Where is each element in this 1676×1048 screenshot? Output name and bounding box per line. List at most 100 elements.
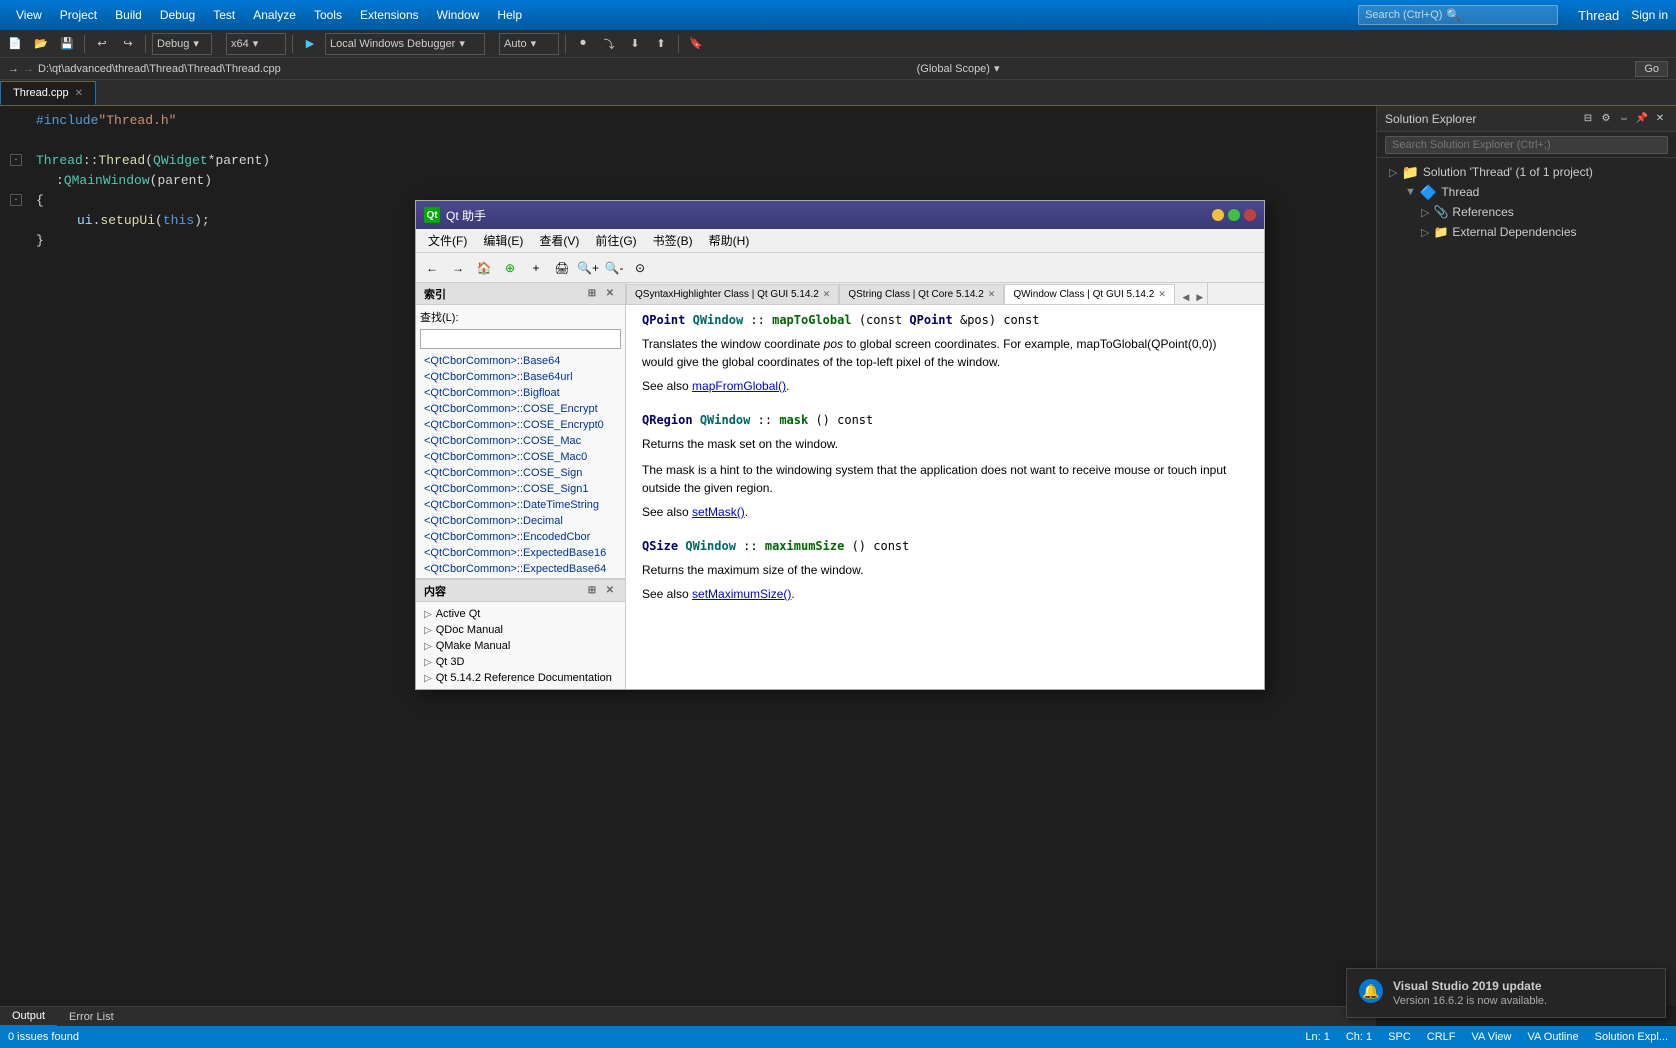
qt-index-close-btn[interactable]: ✕ <box>603 287 617 301</box>
file-path[interactable]: D:\qt\advanced\thread\Thread\Thread\Thre… <box>38 63 281 75</box>
step-over-btn[interactable]: ⤵ <box>598 33 620 55</box>
new-file-btn[interactable]: 📄 <box>4 33 26 55</box>
attach-dropdown[interactable]: Auto ▾ <box>499 33 559 55</box>
va-view-btn[interactable]: VA View <box>1472 1031 1512 1043</box>
qt-doc-tab-1[interactable]: QString Class | Qt Core 5.14.2 ✕ <box>839 284 1004 304</box>
collapse-btn-2[interactable]: - <box>10 194 22 206</box>
solution-search-input[interactable] <box>1385 136 1668 154</box>
va-outline-btn[interactable]: VA Outline <box>1527 1031 1578 1043</box>
content-item-3[interactable]: ▷ Qt 3D <box>424 654 617 670</box>
qt-forward-btn[interactable]: → <box>446 256 470 280</box>
menu-window[interactable]: Window <box>429 4 488 26</box>
list-item-6[interactable]: <QtCborCommon>::COSE_Mac0 <box>416 449 625 465</box>
qt-content-list[interactable]: ▷ Active Qt ▷ QDoc Manual ▷ QMake Manual… <box>416 602 625 689</box>
qt-index-list[interactable]: <QtCborCommon>::Base64 <QtCborCommon>::B… <box>416 353 625 578</box>
content-item-4[interactable]: ▷ Qt 5.14.2 Reference Documentation <box>424 670 617 686</box>
close-tab-thread-cpp[interactable]: ✕ <box>75 88 83 99</box>
global-search-box[interactable]: Search (Ctrl+Q) 🔍 <box>1358 5 1558 25</box>
bottom-tab-errors[interactable]: Error List <box>57 1007 126 1027</box>
tab-thread-cpp[interactable]: Thread.cpp ✕ <box>0 81 96 105</box>
qt-reset-zoom-btn[interactable]: ⊙ <box>628 256 652 280</box>
qt-menu-edit[interactable]: 编辑(E) <box>475 230 531 251</box>
solution-root[interactable]: ▷ 📁 Solution 'Thread' (1 of 1 project) <box>1381 162 1672 182</box>
menu-view[interactable]: View <box>8 4 50 26</box>
list-item-11[interactable]: <QtCborCommon>::EncodedCbor <box>416 529 625 545</box>
arch-dropdown[interactable]: x64 ▾ <box>226 33 286 55</box>
qt-index-search[interactable] <box>420 329 621 349</box>
content-item-5[interactable]: ▷ Qt Android Extras <box>424 686 617 689</box>
qt-menu-goto[interactable]: 前往(G) <box>587 230 644 251</box>
qt-menu-bookmark[interactable]: 书签(B) <box>645 230 701 251</box>
menu-project[interactable]: Project <box>52 4 105 26</box>
open-file-btn[interactable]: 📂 <box>30 33 52 55</box>
qt-close-btn[interactable] <box>1244 209 1256 221</box>
solution-explorer-search[interactable] <box>1377 132 1676 158</box>
list-item-2[interactable]: <QtCborCommon>::Bigfloat <box>416 385 625 401</box>
content-item-0[interactable]: ▷ Active Qt <box>424 606 617 622</box>
run-btn[interactable]: ▶ <box>299 33 321 55</box>
menu-extensions[interactable]: Extensions <box>352 4 427 26</box>
list-item-3[interactable]: <QtCborCommon>::COSE_Encrypt <box>416 401 625 417</box>
content-item-2[interactable]: ▷ QMake Manual <box>424 638 617 654</box>
step-out-btn[interactable]: ⬆ <box>650 33 672 55</box>
list-item-8[interactable]: <QtCborCommon>::COSE_Sign1 <box>416 481 625 497</box>
list-item-14[interactable]: <QtCborCommon>::ExpectedBase64url <box>416 577 625 578</box>
content-item-1[interactable]: ▷ QDoc Manual <box>424 622 617 638</box>
qt-zoom-in-btn[interactable]: 🔍+ <box>576 256 600 280</box>
qt-home-btn[interactable]: 🏠 <box>472 256 496 280</box>
link-setMaximumSize[interactable]: setMaximumSize() <box>692 587 791 601</box>
list-item-9[interactable]: <QtCborCommon>::DateTimeString <box>416 497 625 513</box>
se-collapse-btn[interactable]: ⊟ <box>1580 111 1596 127</box>
menu-debug[interactable]: Debug <box>152 4 203 26</box>
breakpoint-btn[interactable]: ⏺ <box>572 33 594 55</box>
menu-tools[interactable]: Tools <box>306 4 350 26</box>
redo-btn[interactable]: ↪ <box>117 33 139 55</box>
run-config-dropdown[interactable]: Local Windows Debugger ▾ <box>325 33 485 55</box>
collapse-btn-1[interactable]: - <box>10 154 22 166</box>
scope-selector[interactable]: (Global Scope) <box>917 63 990 75</box>
project-node[interactable]: ▼ 🔷 Thread <box>1381 182 1672 202</box>
link-setMask[interactable]: setMask() <box>692 505 745 519</box>
sign-in-link[interactable]: Sign in <box>1631 8 1668 22</box>
qt-tab-next-btn[interactable]: ▶ <box>1193 290 1207 304</box>
bottom-tab-output[interactable]: Output <box>0 1007 57 1027</box>
external-deps-node[interactable]: ▷ 📁 External Dependencies <box>1381 222 1672 242</box>
qt-content-undock-btn[interactable]: ⊞ <box>585 584 599 598</box>
qt-tab-close-1[interactable]: ✕ <box>988 289 996 300</box>
qt-menu-help[interactable]: 帮助(H) <box>701 230 758 251</box>
qt-minimize-btn[interactable] <box>1212 209 1224 221</box>
bookmark-btn[interactable]: 🔖 <box>685 33 707 55</box>
undo-btn[interactable]: ↩ <box>91 33 113 55</box>
menu-build[interactable]: Build <box>107 4 150 26</box>
qt-back-btn[interactable]: ← <box>420 256 444 280</box>
qt-content-close-btn[interactable]: ✕ <box>603 584 617 598</box>
qt-tab-close-2[interactable]: ✕ <box>1158 289 1166 300</box>
list-item-12[interactable]: <QtCborCommon>::ExpectedBase16 <box>416 545 625 561</box>
save-btn[interactable]: 💾 <box>56 33 78 55</box>
qt-sync-btn[interactable]: ⊕ <box>498 256 522 280</box>
qt-zoom-out-btn[interactable]: 🔍- <box>602 256 626 280</box>
list-item-7[interactable]: <QtCborCommon>::COSE_Sign <box>416 465 625 481</box>
qt-tab-prev-btn[interactable]: ◀ <box>1179 290 1193 304</box>
list-item-4[interactable]: <QtCborCommon>::COSE_Encrypt0 <box>416 417 625 433</box>
step-into-btn[interactable]: ⬇ <box>624 33 646 55</box>
list-item-0[interactable]: <QtCborCommon>::Base64 <box>416 353 625 369</box>
se-filter-btn[interactable]: ⚙ <box>1598 111 1614 127</box>
qt-doc-tab-2[interactable]: QWindow Class | Qt GUI 5.14.2 ✕ <box>1004 284 1175 304</box>
se-pin-btn[interactable]: 📌 <box>1634 111 1650 127</box>
se-close-btn[interactable]: ✕ <box>1652 111 1668 127</box>
go-button[interactable]: Go <box>1635 61 1668 77</box>
qt-print-btn[interactable]: 🖨 <box>550 256 574 280</box>
solution-expl-btn[interactable]: Solution Expl... <box>1595 1031 1668 1043</box>
list-item-10[interactable]: <QtCborCommon>::Decimal <box>416 513 625 529</box>
list-item-5[interactable]: <QtCborCommon>::COSE_Mac <box>416 433 625 449</box>
qt-menu-view[interactable]: 查看(V) <box>531 230 587 251</box>
list-item-13[interactable]: <QtCborCommon>::ExpectedBase64 <box>416 561 625 577</box>
qt-doc-tab-0[interactable]: QSyntaxHighlighter Class | Qt GUI 5.14.2… <box>626 284 839 304</box>
menu-help[interactable]: Help <box>489 4 530 26</box>
list-item-1[interactable]: <QtCborCommon>::Base64url <box>416 369 625 385</box>
qt-tab-close-0[interactable]: ✕ <box>823 289 831 300</box>
link-mapFromGlobal[interactable]: mapFromGlobal() <box>692 379 786 393</box>
qt-maximize-btn[interactable] <box>1228 209 1240 221</box>
references-node[interactable]: ▷ 📎 References <box>1381 202 1672 222</box>
